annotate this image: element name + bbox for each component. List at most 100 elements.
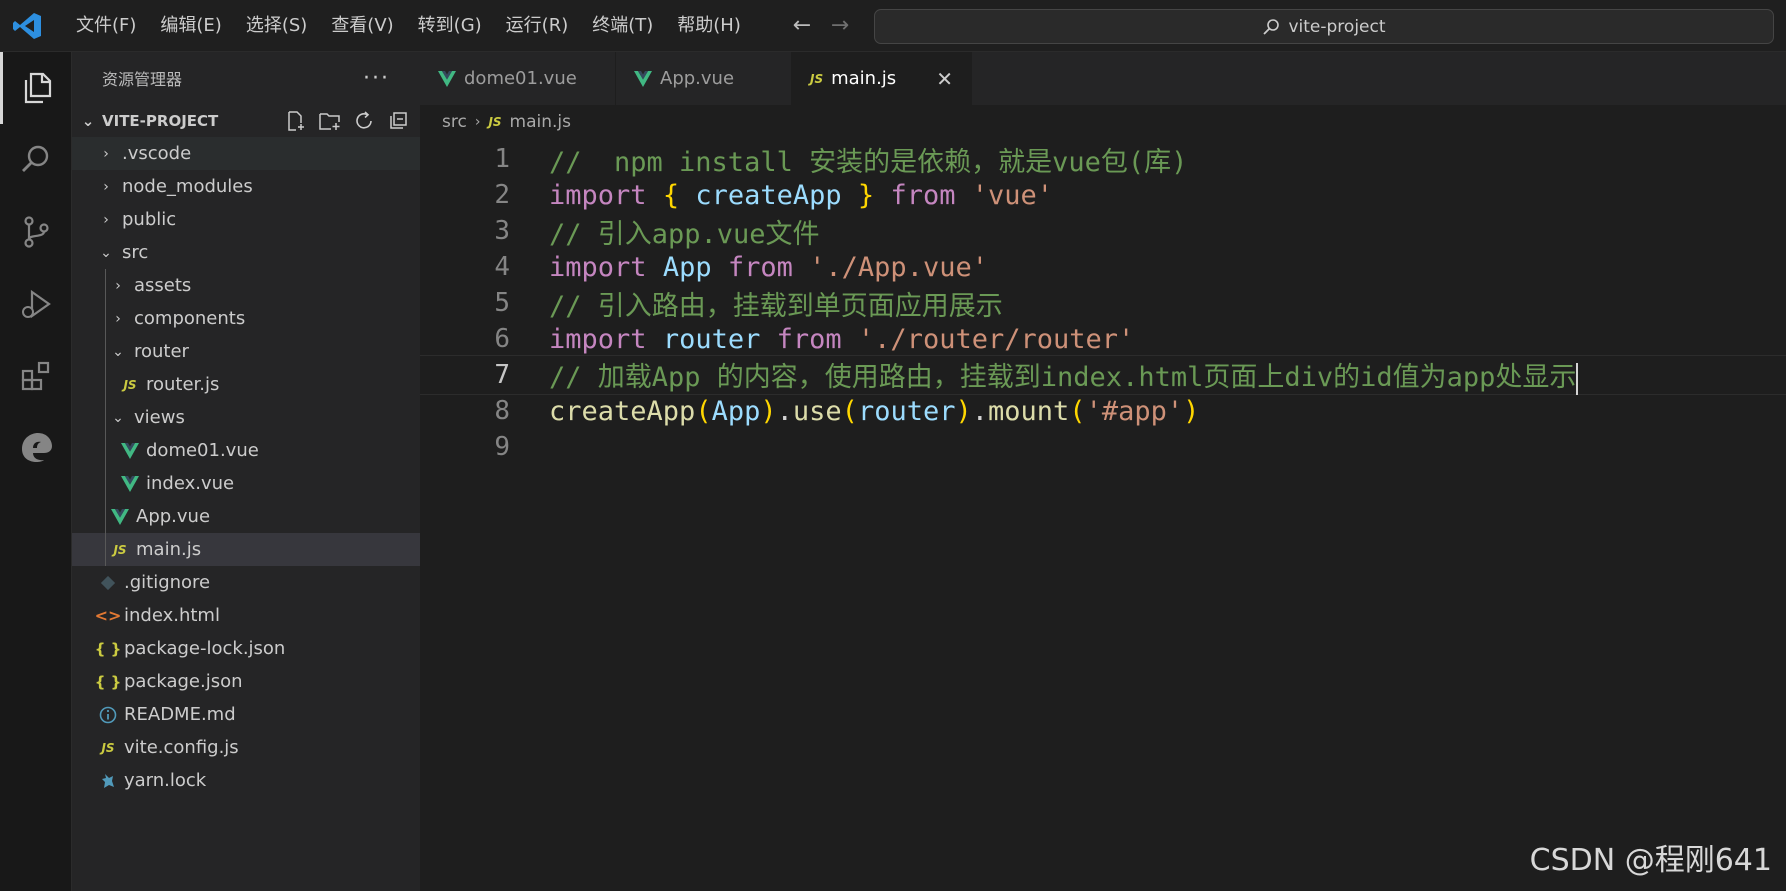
tree-item-label: main.js	[136, 539, 202, 560]
yarn-icon	[98, 771, 118, 791]
tree-item-dome01-vue[interactable]: dome01.vue	[72, 434, 420, 467]
indent-guide	[105, 401, 106, 434]
line-number: 6	[494, 324, 510, 354]
json-icon: { }	[94, 639, 122, 658]
breadcrumb-folder[interactable]: src	[442, 112, 467, 132]
tree-item-label: index.html	[124, 605, 220, 626]
vue-icon	[110, 507, 130, 527]
tree-item-label: .gitignore	[124, 572, 211, 593]
code-line: 9	[420, 427, 1786, 467]
menu-file[interactable]: 文件(F)	[64, 0, 148, 52]
chevron-down-icon: ⌄	[112, 343, 124, 360]
more-actions-icon[interactable]: ···	[363, 66, 390, 91]
menu-terminal[interactable]: 终端(T)	[580, 0, 665, 52]
tab-dome01-vue[interactable]: dome01.vue	[420, 52, 616, 105]
tab-label: dome01.vue	[464, 68, 577, 89]
close-icon[interactable]: ✕	[936, 67, 953, 91]
edge-devtools-icon[interactable]	[0, 412, 72, 484]
line-number: 3	[494, 216, 510, 246]
code-comment: // 加载App 的内容，使用路由，挂载到index.html页面上div的id…	[549, 362, 1577, 394]
project-actions	[284, 109, 410, 133]
tab-label: App.vue	[660, 68, 735, 89]
tab-app-vue[interactable]: App.vue	[616, 52, 792, 105]
code-line: 5 // 引入路由，挂载到单页面应用展示	[420, 283, 1786, 323]
title-bar: 文件(F) 编辑(E) 选择(S) 查看(V) 转到(G) 运行(R) 终端(T…	[0, 0, 1786, 52]
tree-item-label: index.vue	[146, 473, 235, 494]
tree-item-public[interactable]: › public	[72, 203, 420, 236]
tree-item-gitignore[interactable]: .gitignore	[72, 566, 420, 599]
code-line: 3 // 引入app.vue文件	[420, 211, 1786, 251]
menu-bar: 文件(F) 编辑(E) 选择(S) 查看(V) 转到(G) 运行(R) 终端(T…	[64, 0, 753, 52]
new-file-icon[interactable]	[284, 109, 308, 133]
json-icon: { }	[94, 672, 122, 691]
js-icon: JS	[488, 115, 502, 129]
collapse-all-icon[interactable]	[386, 109, 410, 133]
back-arrow-icon[interactable]: ←	[788, 12, 816, 40]
chevron-right-icon: ›	[115, 310, 121, 327]
code-line: 6 import router from './router/router'	[420, 319, 1786, 359]
menu-view[interactable]: 查看(V)	[319, 0, 405, 52]
tree-item-router-js[interactable]: JS router.js	[72, 368, 420, 401]
tree-item-label: yarn.lock	[124, 770, 207, 791]
tree-item-views[interactable]: ⌄ views	[72, 401, 420, 434]
forward-arrow-icon[interactable]: →	[826, 12, 854, 40]
chevron-right-icon: ›	[474, 114, 481, 130]
search-activity-icon[interactable]	[0, 124, 72, 196]
tree-item-index-html[interactable]: <> index.html	[72, 599, 420, 632]
tree-item-package-json[interactable]: { } package.json	[72, 665, 420, 698]
tree-item-assets[interactable]: › assets	[72, 269, 420, 302]
tree-item-components[interactable]: › components	[72, 302, 420, 335]
run-debug-icon[interactable]	[0, 268, 72, 340]
menu-help[interactable]: 帮助(H)	[665, 0, 753, 52]
breadcrumb-file[interactable]: main.js	[510, 112, 571, 132]
extensions-icon[interactable]	[0, 340, 72, 412]
vue-icon	[634, 70, 652, 87]
source-control-icon[interactable]	[0, 196, 72, 268]
tree-item-app-vue[interactable]: App.vue	[72, 500, 420, 533]
tree-item-vite-config-js[interactable]: JS vite.config.js	[72, 731, 420, 764]
chevron-down-icon: ⌄	[100, 244, 112, 261]
line-number: 2	[494, 180, 510, 210]
tree-item-label: public	[122, 209, 177, 230]
vue-icon	[120, 474, 140, 494]
indent-guide	[105, 335, 106, 368]
tree-item-index-vue[interactable]: index.vue	[72, 467, 420, 500]
tree-item-package-lock-json[interactable]: { } package-lock.json	[72, 632, 420, 665]
code-text: createApp(App).use(router).mount('#app')	[549, 395, 1200, 427]
tree-item-vscode[interactable]: › .vscode	[72, 137, 420, 170]
tree-item-readme-md[interactable]: README.md	[72, 698, 420, 731]
tree-item-router[interactable]: ⌄ router	[72, 335, 420, 368]
explorer-icon[interactable]	[0, 52, 72, 124]
tree-item-src[interactable]: ⌄ src	[72, 236, 420, 269]
menu-edit[interactable]: 编辑(E)	[148, 0, 233, 52]
project-name: VITE-PROJECT	[102, 111, 219, 130]
text-cursor	[1576, 362, 1579, 395]
tree-item-main-js[interactable]: JS main.js	[72, 533, 420, 566]
code-text: // 加载App 的内容，使用路由，挂载到index.html页面上div的id…	[549, 355, 1579, 395]
menu-selection[interactable]: 选择(S)	[234, 0, 319, 52]
chevron-right-icon: ›	[103, 178, 109, 195]
menu-go[interactable]: 转到(G)	[406, 0, 494, 52]
line-number: 7	[494, 360, 510, 390]
indent-guide	[105, 467, 106, 500]
vue-icon	[120, 441, 140, 461]
tab-main-js[interactable]: JS main.js ✕	[792, 52, 972, 105]
tree-item-yarn-lock[interactable]: yarn.lock	[72, 764, 420, 797]
breadcrumb: src › JS main.js	[420, 105, 1786, 139]
indent-guide	[105, 269, 106, 302]
menu-run[interactable]: 运行(R)	[494, 0, 581, 52]
code-editor[interactable]: 1 // npm install 安装的是依赖，就是vue包(库) 2 impo…	[420, 139, 1786, 891]
vue-icon	[438, 70, 456, 87]
line-number: 8	[494, 396, 510, 426]
new-folder-icon[interactable]	[318, 109, 342, 133]
command-center[interactable]: vite-project	[874, 9, 1774, 44]
sidebar-title: 资源管理器	[102, 70, 183, 89]
refresh-icon[interactable]	[352, 109, 376, 133]
tree-item-node-modules[interactable]: › node_modules	[72, 170, 420, 203]
sidebar-header: 资源管理器 ···	[72, 52, 420, 104]
tree-item-label: package.json	[124, 671, 243, 692]
tab-label: main.js	[831, 68, 897, 89]
chevron-right-icon: ›	[115, 277, 121, 294]
project-header[interactable]: ⌄ VITE-PROJECT	[72, 104, 420, 137]
line-number: 1	[494, 144, 510, 174]
